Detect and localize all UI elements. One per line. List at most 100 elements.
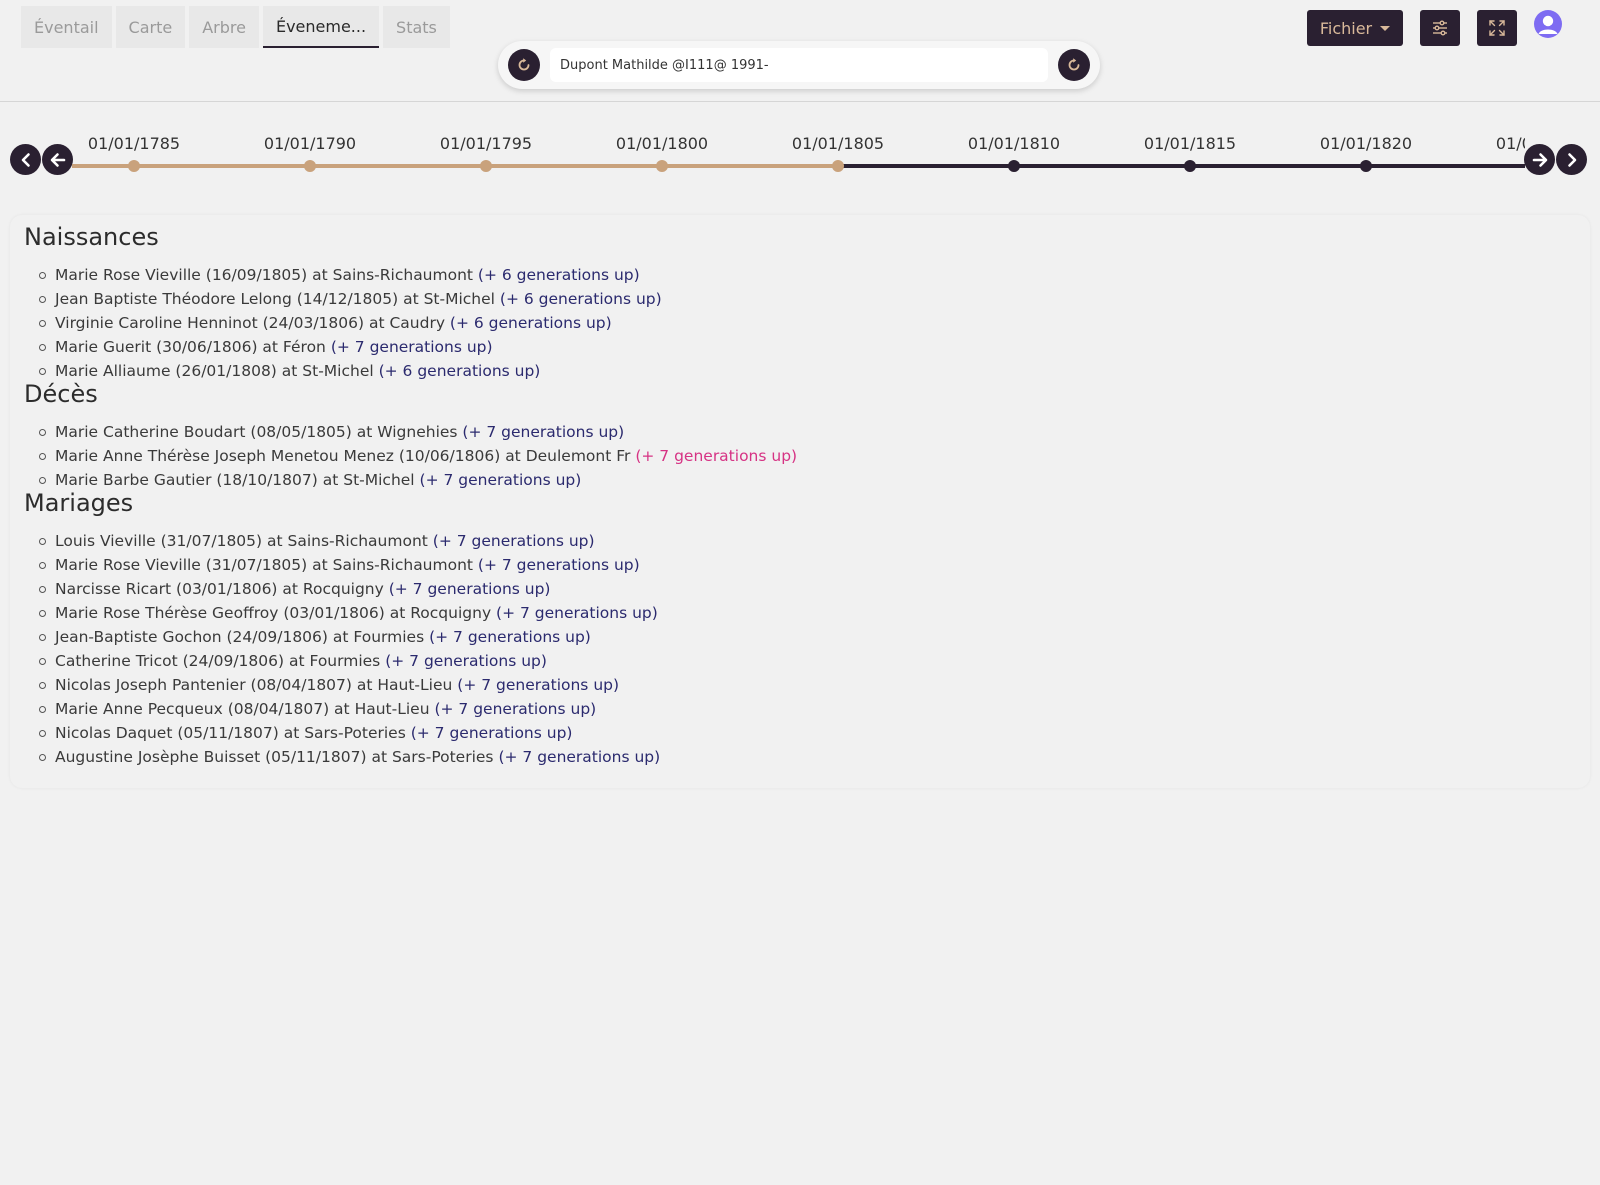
event-item: Marie Anne Pecqueux (08/04/1807) at Haut…	[38, 697, 660, 721]
generations-link[interactable]: (+ 6 generations up)	[500, 290, 662, 308]
event-text: Marie Rose Vieville (31/07/1805) at Sain…	[55, 556, 478, 574]
event-text: Augustine Josèphe Buisset (05/11/1807) a…	[55, 748, 499, 766]
event-text: Nicolas Daquet (05/11/1807) at Sars-Pote…	[55, 724, 411, 742]
event-item: Marie Rose Thérèse Geoffroy (03/01/1806)…	[38, 601, 660, 625]
event-item: Virginie Caroline Henninot (24/03/1806) …	[39, 311, 662, 335]
event-item: Narcisse Ricart (03/01/1806) at Rocquign…	[38, 577, 660, 601]
timeline-tick-dot[interactable]	[1360, 160, 1372, 172]
timeline-tick-dot[interactable]	[656, 160, 668, 172]
timeline-next-button[interactable]	[1524, 144, 1555, 175]
timeline-tick-label: 01/01/1790	[263, 134, 357, 153]
file-menu-button[interactable]: Fichier	[1307, 10, 1403, 46]
event-item: Marie Guerit (30/06/1806) at Féron (+ 7 …	[39, 335, 662, 359]
event-item: Marie Barbe Gautier (18/10/1807) at St-M…	[38, 468, 797, 492]
timeline-tick-label: 01/01/1795	[439, 134, 533, 153]
event-list: Marie Catherine Boudart (08/05/1805) at …	[38, 420, 797, 492]
generations-link[interactable]: (+ 7 generations up)	[635, 447, 797, 465]
timeline-track[interactable]: 01/01/1785 01/01/1790 01/01/1795 01/01/1800…	[72, 118, 1525, 188]
event-item: Marie Rose Vieville (31/07/1805) at Sain…	[38, 553, 660, 577]
user-avatar[interactable]	[1534, 10, 1562, 38]
event-text: Louis Vieville (31/07/1805) at Sains-Ric…	[55, 532, 433, 550]
chevron-left-icon	[21, 152, 30, 167]
event-text: Marie Rose Vieville (16/09/1805) at Sain…	[55, 266, 478, 284]
generations-link[interactable]: (+ 7 generations up)	[429, 628, 591, 646]
timeline-tick-dot[interactable]	[832, 160, 844, 172]
event-item: Catherine Tricot (24/09/1806) at Fourmie…	[38, 649, 660, 673]
tab-arbre[interactable]: Arbre	[189, 6, 259, 48]
settings-button[interactable]	[1420, 10, 1460, 46]
event-text: Virginie Caroline Henninot (24/03/1806) …	[55, 314, 450, 332]
file-menu-label: Fichier	[1319, 18, 1373, 38]
events-panel: Naissances Marie Rose Vieville (16/09/180…	[10, 215, 1590, 788]
event-item: Marie Alliaume (26/01/1808) at St-Michel…	[39, 359, 662, 383]
tab-evenements[interactable]: Éveneme...	[262, 6, 380, 48]
event-list: Louis Vieville (31/07/1805) at Sains-Ric…	[38, 529, 660, 769]
generations-link[interactable]: (+ 7 generations up)	[389, 580, 551, 598]
tab-stats[interactable]: Stats	[383, 6, 450, 48]
event-text: Marie Anne Thérèse Joseph Menetou Menez …	[55, 447, 636, 465]
generations-link[interactable]: (+ 6 generations up)	[379, 362, 541, 380]
event-text: Marie Anne Pecqueux (08/04/1807) at Haut…	[55, 700, 435, 718]
timeline-past-line	[72, 164, 838, 168]
section-title: Naissances	[24, 223, 159, 251]
event-item: Jean-Baptiste Gochon (24/09/1806) at Fou…	[38, 625, 660, 649]
refresh-left-button[interactable]	[508, 49, 540, 81]
timeline-tick-label: 01/01/1815	[1143, 134, 1237, 153]
timeline-tick-dot[interactable]	[1008, 160, 1020, 172]
timeline-tick-label: 01/01/1785	[87, 134, 181, 153]
timeline-tick-label: 01/01/1825	[1495, 134, 1525, 153]
section-title: Mariages	[24, 489, 134, 517]
generations-link[interactable]: (+ 7 generations up)	[331, 338, 493, 356]
generations-link[interactable]: (+ 7 generations up)	[385, 652, 547, 670]
generations-link[interactable]: (+ 7 generations up)	[411, 724, 573, 742]
event-item: Nicolas Daquet (05/11/1807) at Sars-Pote…	[38, 721, 660, 745]
generations-link[interactable]: (+ 7 generations up)	[496, 604, 658, 622]
event-text: Marie Catherine Boudart (08/05/1805) at …	[55, 423, 463, 441]
timeline: 01/01/1785 01/01/1790 01/01/1795 01/01/1800…	[0, 118, 1600, 188]
timeline-prev-button[interactable]	[42, 144, 73, 175]
generations-link[interactable]: (+ 7 generations up)	[462, 423, 624, 441]
person-search-input[interactable]	[550, 48, 1048, 82]
event-item: Nicolas Joseph Pantenier (08/04/1807) at…	[38, 673, 660, 697]
generations-link[interactable]: (+ 7 generations up)	[498, 748, 660, 766]
generations-link[interactable]: (+ 7 generations up)	[457, 676, 619, 694]
timeline-tick-label: 01/01/1800	[615, 134, 709, 153]
arrow-right-icon	[1532, 152, 1547, 167]
header: Éventail Carte Arbre Éveneme... Stats Fi…	[0, 0, 1600, 102]
event-item: Marie Anne Thérèse Joseph Menetou Menez …	[38, 444, 797, 468]
event-text: Nicolas Joseph Pantenier (08/04/1807) at…	[55, 676, 458, 694]
event-item: Louis Vieville (31/07/1805) at Sains-Ric…	[38, 529, 660, 553]
event-text: Jean Baptiste Théodore Lelong (14/12/180…	[55, 290, 500, 308]
generations-link[interactable]: (+ 6 generations up)	[478, 266, 640, 284]
timeline-first-button[interactable]	[10, 144, 41, 175]
generations-link[interactable]: (+ 7 generations up)	[420, 471, 582, 489]
event-text: Jean-Baptiste Gochon (24/09/1806) at Fou…	[55, 628, 430, 646]
tab-carte[interactable]: Carte	[115, 6, 186, 48]
chevron-right-icon	[1567, 152, 1576, 167]
event-item: Augustine Josèphe Buisset (05/11/1807) a…	[38, 745, 660, 769]
timeline-last-button[interactable]	[1556, 144, 1587, 175]
timeline-tick-label: 01/01/1810	[967, 134, 1061, 153]
refresh-right-button[interactable]	[1058, 49, 1090, 81]
event-item: Marie Catherine Boudart (08/05/1805) at …	[38, 420, 797, 444]
generations-link[interactable]: (+ 7 generations up)	[434, 700, 596, 718]
generations-link[interactable]: (+ 6 generations up)	[450, 314, 612, 332]
generations-link[interactable]: (+ 7 generations up)	[478, 556, 640, 574]
timeline-tick-label: 01/01/1805	[791, 134, 885, 153]
event-item: Marie Rose Vieville (16/09/1805) at Sain…	[39, 263, 662, 287]
tab-eventail[interactable]: Éventail	[21, 6, 112, 48]
refresh-icon	[1068, 58, 1080, 71]
generations-link[interactable]: (+ 7 generations up)	[433, 532, 595, 550]
event-text: Narcisse Ricart (03/01/1806) at Rocquign…	[55, 580, 389, 598]
event-text: Marie Guerit (30/06/1806) at Féron	[55, 338, 331, 356]
timeline-tick-dot[interactable]	[128, 160, 140, 172]
timeline-tick-dot[interactable]	[1184, 160, 1196, 172]
caret-down-icon	[1380, 25, 1391, 31]
fullscreen-button[interactable]	[1477, 10, 1517, 46]
event-text: Marie Alliaume (26/01/1808) at St-Michel	[55, 362, 379, 380]
view-tabs: Éventail Carte Arbre Éveneme... Stats	[21, 6, 450, 48]
timeline-tick-dot[interactable]	[304, 160, 316, 172]
timeline-tick-dot[interactable]	[480, 160, 492, 172]
expand-icon	[1489, 20, 1505, 36]
timeline-future-line	[838, 164, 1525, 168]
